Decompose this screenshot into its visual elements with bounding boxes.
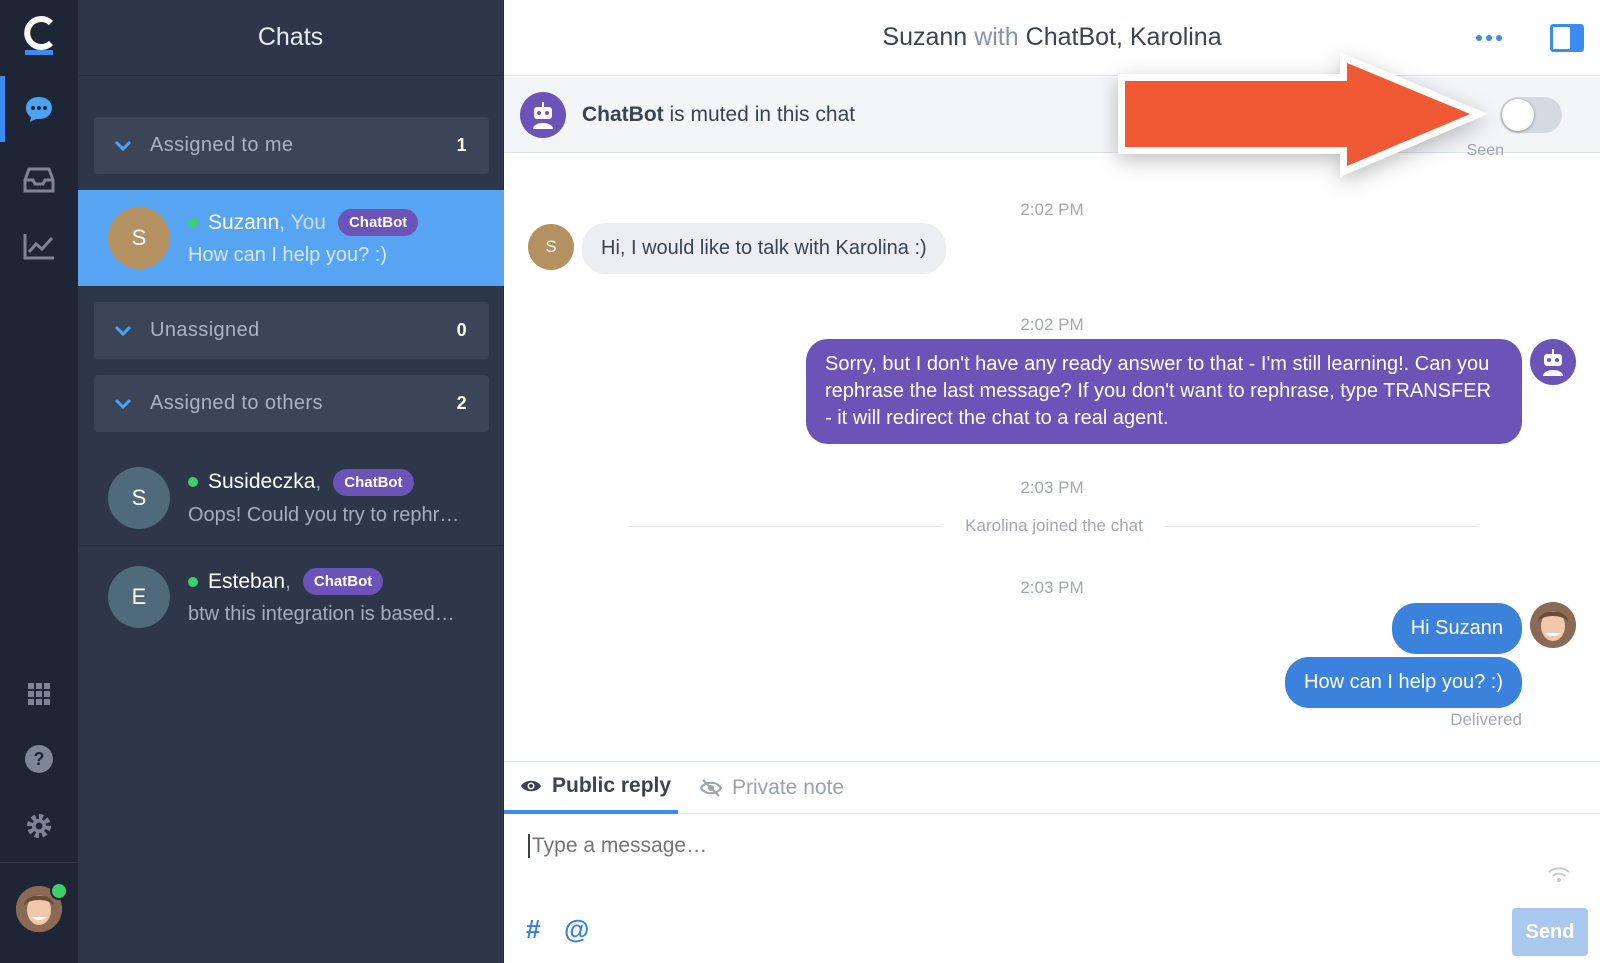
chat-name-suffix: , You [279, 210, 326, 234]
message-time: 2:03 PM [1020, 478, 1084, 497]
online-dot [188, 576, 198, 587]
tab-label: Private note [732, 776, 845, 799]
group-assigned-to-others[interactable]: Assigned to others 2 [94, 375, 489, 432]
message-time: 2:02 PM [1020, 315, 1084, 334]
send-button[interactable]: Send [1512, 908, 1588, 956]
chatbot-avatar-icon [1530, 339, 1576, 385]
agent-message: Hi Suzann [1391, 603, 1522, 654]
toggle-knob [1502, 99, 1534, 131]
join-event: Karolina joined the chat [629, 516, 1479, 536]
chat-preview: How can I help you? :) [188, 244, 387, 266]
reply-tabs: Public reply Private note [504, 762, 1600, 814]
apps-grid-icon[interactable] [22, 677, 56, 711]
chat-preview: btw this integration is based… [188, 603, 455, 625]
group-count: 0 [456, 320, 467, 340]
chevron-down-icon [114, 320, 136, 342]
svg-text:?: ? [34, 749, 45, 769]
chat-list-panel: Chats Assigned to me 1 S Suzann , You Ch… [78, 0, 504, 963]
chat-preview: Oops! Could you try to rephr… [188, 503, 460, 526]
participants: ChatBot, Karolina [1025, 23, 1222, 51]
toggle-sidebar-icon[interactable] [1550, 24, 1584, 52]
chat-row-susideczka[interactable]: S Susideczka , ChatBot Oops! Could you t… [78, 450, 504, 546]
muted-text: is muted in this chat [663, 102, 856, 126]
group-count: 1 [456, 135, 467, 155]
group-label: Assigned to others [150, 392, 323, 414]
customer-message: Hi, I would like to talk with Karolina :… [582, 223, 946, 274]
tab-label: Public reply [552, 774, 672, 797]
join-event-text: Karolina joined the chat [965, 516, 1143, 535]
settings-gear-icon[interactable] [22, 809, 56, 843]
logo-icon[interactable] [22, 16, 56, 56]
active-indicator [0, 76, 5, 142]
help-icon[interactable]: ? [22, 742, 56, 776]
agent-message: How can I help you? :) [1285, 657, 1522, 708]
app-rail: ? [0, 0, 78, 963]
chevron-down-icon [114, 135, 136, 157]
mute-bot-toggle[interactable] [1500, 97, 1562, 133]
tab-public-reply[interactable]: Public reply [504, 762, 678, 814]
chatbot-message: Sorry, but I don't have any ready answer… [806, 339, 1522, 444]
muted-bot-name: ChatBot [582, 102, 664, 126]
chat-row-esteban[interactable]: E Esteban , ChatBot btw this integration… [78, 549, 504, 645]
group-assigned-to-me[interactable]: Assigned to me 1 [94, 117, 489, 174]
chat-name: Suzann [208, 210, 280, 234]
message-time: 2:03 PM [1020, 578, 1084, 597]
avatar: E [108, 566, 170, 628]
header-with: with [974, 23, 1019, 51]
message-time: 2:02 PM [1020, 200, 1084, 219]
message-input[interactable] [528, 834, 1428, 858]
delivery-status: Delivered [1450, 710, 1522, 729]
chatbot-badge: ChatBot [333, 468, 414, 496]
chat-name-suffix: , [285, 569, 291, 593]
chat-row-suzann[interactable]: S Suzann , You ChatBot How can I help yo… [78, 190, 504, 286]
chat-list-title: Chats [78, 0, 503, 76]
group-label: Unassigned [150, 319, 260, 341]
group-count: 2 [456, 393, 467, 413]
chatbot-badge: ChatBot [302, 568, 384, 595]
eye-icon [521, 780, 541, 792]
mention-button[interactable]: @ [564, 914, 589, 945]
agent-avatar [1530, 602, 1576, 648]
chat-name: Susideczka [208, 470, 316, 493]
group-unassigned[interactable]: Unassigned 0 [94, 302, 489, 359]
connection-status-icon [1548, 867, 1570, 882]
chats-icon[interactable] [22, 92, 56, 126]
online-status-dot [50, 882, 68, 900]
rail-divider [0, 862, 78, 863]
reports-icon[interactable] [22, 229, 56, 263]
eye-slash-icon [700, 779, 722, 797]
chatbot-avatar-icon [520, 91, 566, 138]
chevron-down-icon [114, 393, 136, 415]
group-label: Assigned to me [150, 134, 294, 156]
customer-name: Suzann [882, 23, 968, 51]
chat-name: Esteban [208, 569, 286, 593]
more-options-icon[interactable] [1474, 28, 1504, 48]
chat-name-suffix: , [315, 470, 322, 493]
avatar: S [108, 207, 170, 269]
avatar: S [108, 466, 170, 529]
composer: Public reply Private note # @ Send [504, 761, 1600, 963]
hashtag-button[interactable]: # [526, 914, 540, 945]
online-dot [188, 477, 198, 487]
online-dot [188, 217, 198, 228]
chatbot-badge: ChatBot [337, 209, 419, 236]
annotation-arrow-icon [1118, 52, 1488, 177]
customer-avatar: S [528, 224, 574, 270]
tab-private-note[interactable]: Private note [700, 762, 844, 814]
inbox-icon[interactable] [22, 163, 56, 197]
